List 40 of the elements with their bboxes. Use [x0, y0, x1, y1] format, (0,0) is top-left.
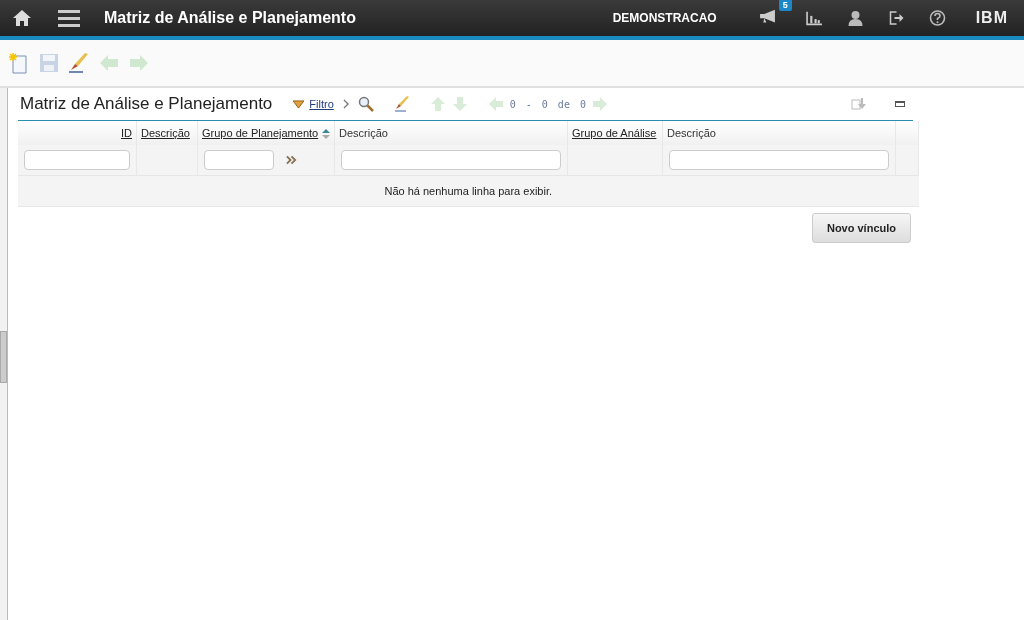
- filter-icon[interactable]: [292, 99, 306, 109]
- logout-icon[interactable]: [887, 10, 905, 26]
- eraser-icon[interactable]: [68, 52, 90, 74]
- column-header[interactable]: ID: [121, 127, 132, 139]
- filter-field[interactable]: [669, 150, 889, 170]
- save-icon[interactable]: [38, 52, 60, 74]
- sort-icon[interactable]: [322, 129, 331, 140]
- user-icon[interactable]: [846, 10, 864, 26]
- column-header: Descrição: [667, 127, 716, 139]
- collapse-handle[interactable]: [0, 331, 7, 383]
- download-icon[interactable]: [851, 96, 867, 112]
- eraser-icon[interactable]: [393, 96, 410, 112]
- pager-text: 0: [509, 98, 516, 110]
- user-name: DEMONSTRACAO: [612, 11, 717, 25]
- column-header: Descrição: [339, 127, 388, 139]
- menu-icon[interactable]: [58, 9, 80, 27]
- new-document-icon[interactable]: [8, 52, 30, 74]
- pager-text: 0: [579, 98, 586, 110]
- page-title: Matriz de Análise e Planejamento: [104, 9, 357, 27]
- double-chevron-icon[interactable]: [286, 155, 297, 165]
- company-logo: IBM: [975, 9, 1008, 27]
- pager-text: -: [525, 98, 532, 110]
- megaphone-icon[interactable]: [758, 8, 776, 24]
- minimize-icon[interactable]: [895, 101, 905, 107]
- empty-message: Não há nenhuma linha para exibir.: [18, 175, 919, 207]
- new-link-button[interactable]: Novo vínculo: [811, 213, 911, 243]
- search-icon[interactable]: [357, 96, 374, 112]
- section-title: Matriz de Análise e Planejamento: [20, 94, 273, 114]
- home-icon[interactable]: [12, 9, 32, 27]
- bar-chart-icon[interactable]: [805, 10, 823, 26]
- filter-field[interactable]: [341, 150, 561, 170]
- filter-link[interactable]: Filtro: [309, 98, 334, 110]
- filter-field[interactable]: [204, 150, 274, 170]
- filter-field[interactable]: [24, 150, 130, 170]
- pager-text: de: [557, 98, 570, 110]
- chevron-icon[interactable]: [341, 99, 350, 109]
- notification-badge: 5: [778, 0, 792, 11]
- pager-text: 0: [541, 98, 548, 110]
- help-icon[interactable]: [928, 10, 946, 26]
- forward-arrow-icon[interactable]: [128, 52, 150, 74]
